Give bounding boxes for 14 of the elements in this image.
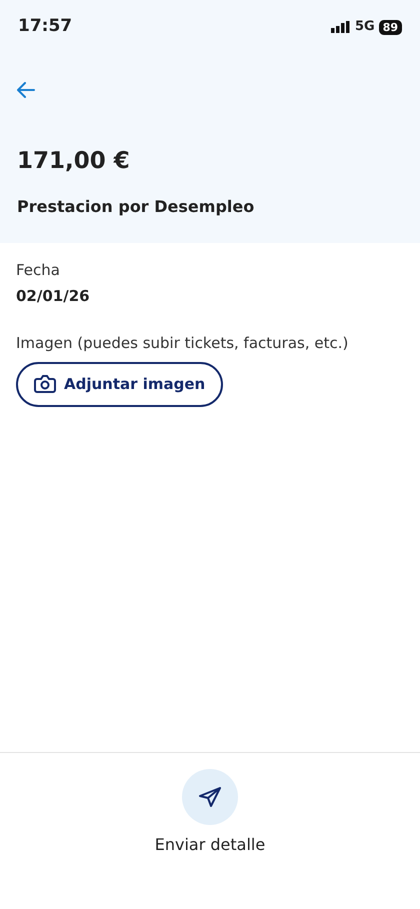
attachment-label: Imagen (puedes subir tickets, facturas, etc.): [16, 332, 350, 354]
camera-icon: [34, 375, 56, 394]
signal-icon: [330, 21, 351, 33]
back-arrow-icon[interactable]: [17, 82, 35, 98]
status-time: 17:57: [18, 15, 72, 38]
network-type: 5G: [354, 18, 375, 36]
battery-level: 89: [378, 20, 402, 34]
field-value: 02/01/26: [16, 286, 91, 307]
amount-heading: 171,00 €: [17, 147, 131, 176]
field-label: Fecha: [16, 260, 61, 280]
send-label: Enviar detalle: [154, 834, 266, 856]
concept-title: Prestacion por Desempleo: [17, 196, 256, 218]
attach-image-button[interactable]: Adjuntar imagen: [16, 362, 224, 406]
paper-plane-icon: [199, 787, 221, 807]
